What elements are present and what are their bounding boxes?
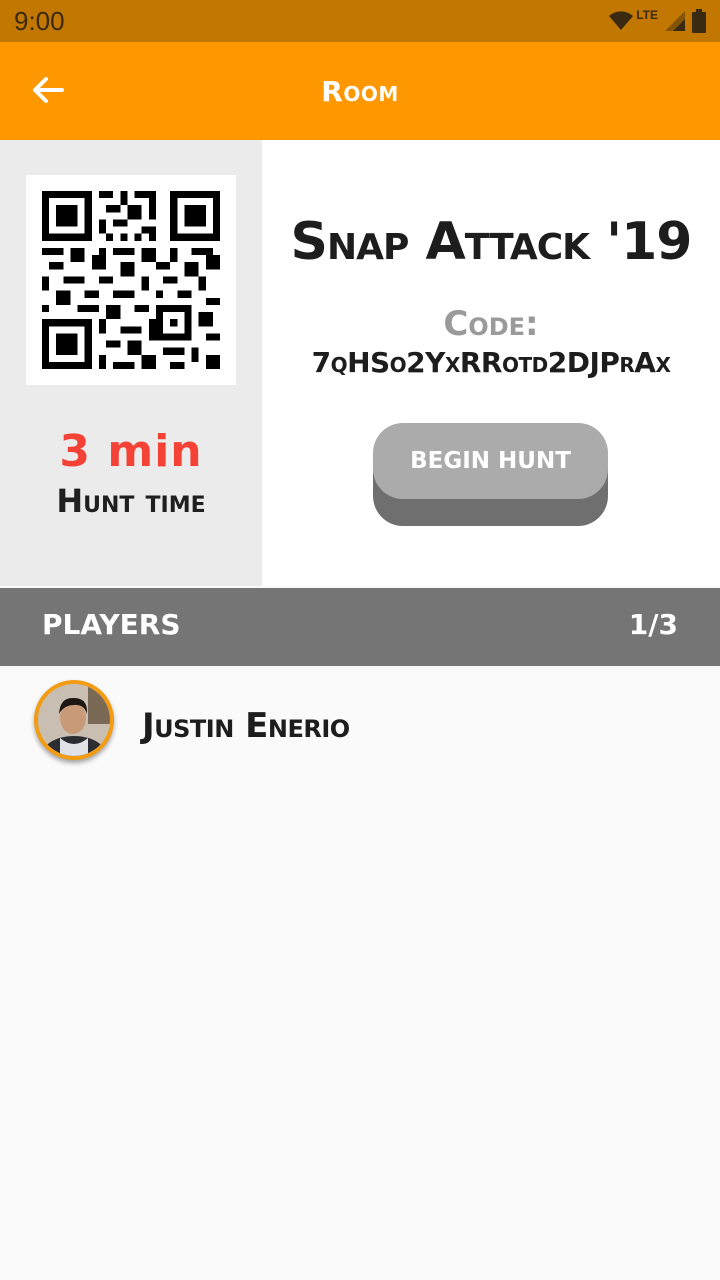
players-header: PLAYERS 1/3	[0, 588, 720, 666]
hunt-time-label: Hunt time	[56, 482, 206, 520]
room-code: 7qHSo2YxRRotd2DJPrAx	[311, 346, 671, 379]
list-item[interactable]: Justin Enerio	[0, 666, 720, 786]
back-button[interactable]	[20, 68, 76, 116]
room-info-panel: 3 min Hunt time	[0, 140, 262, 586]
avatar	[34, 680, 114, 760]
status-icons: LTE	[608, 6, 706, 36]
qr-code	[26, 175, 236, 385]
players-count: 1/3	[628, 608, 678, 641]
players-title: PLAYERS	[42, 608, 181, 641]
room-name: Snap Attack '19	[290, 212, 693, 272]
network-type-label: LTE	[636, 8, 658, 22]
avatar-photo	[38, 684, 110, 756]
hunt-time-value: 3 min	[59, 426, 203, 477]
status-time: 9:00	[14, 6, 65, 36]
app-bar: Room	[0, 42, 720, 140]
code-label: Code:	[443, 304, 539, 344]
status-bar: 9:00 LTE	[0, 0, 720, 42]
room-details-panel: Snap Attack '19 Code: 7qHSo2YxRRotd2DJPr…	[262, 140, 720, 586]
begin-hunt-button[interactable]: BEGIN HUNT	[373, 423, 608, 526]
arrow-back-icon	[32, 76, 64, 109]
wifi-icon	[608, 10, 634, 32]
player-name: Justin Enerio	[142, 706, 350, 746]
battery-icon	[692, 9, 706, 33]
page-title: Room	[321, 74, 399, 108]
signal-icon	[664, 10, 686, 32]
begin-hunt-button-label: BEGIN HUNT	[373, 423, 608, 499]
